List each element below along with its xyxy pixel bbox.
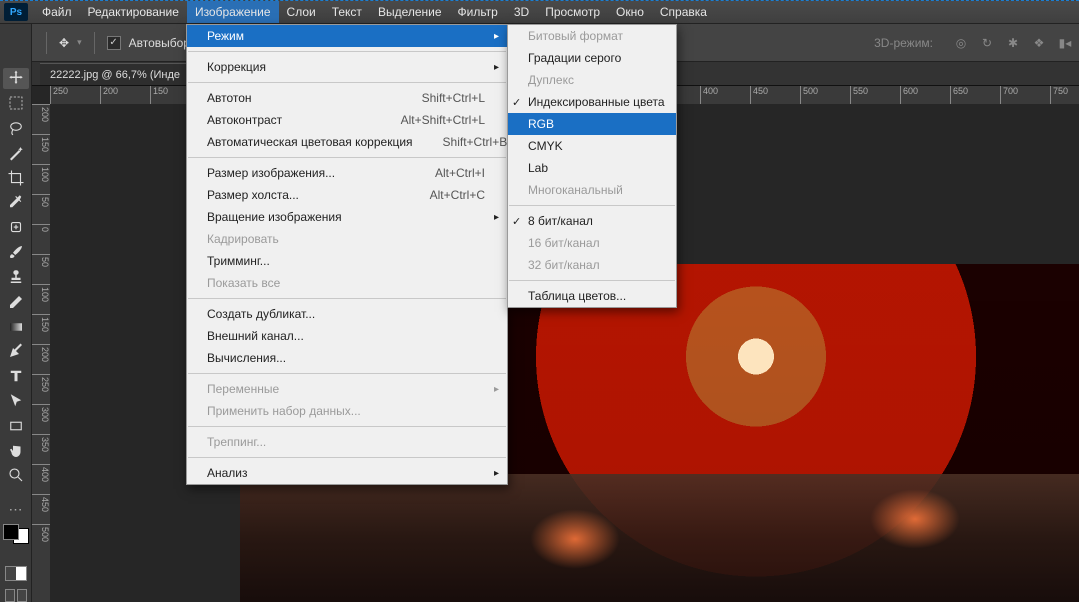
menu-item-image-size[interactable]: Размер изображения...Alt+Ctrl+I [187, 162, 507, 184]
divider [46, 32, 47, 54]
mode-item-multichannel: Многоканальный [508, 179, 676, 201]
crop-tool[interactable] [3, 167, 29, 188]
menu-item-trim[interactable]: Тримминг... [187, 250, 507, 272]
rotate-3d-icon[interactable]: ↻ [979, 35, 995, 51]
path-select-tool[interactable] [3, 391, 29, 412]
document-tab[interactable]: 22222.jpg @ 66,7% (Инде [40, 63, 191, 85]
mode-item-rgb[interactable]: RGB [508, 113, 676, 135]
color-swatches[interactable] [3, 524, 29, 545]
quick-mask-toggle[interactable] [5, 566, 27, 581]
mode-item-lab[interactable]: Lab [508, 157, 676, 179]
mode-item-grayscale[interactable]: Градации серого [508, 47, 676, 69]
orbit-3d-icon[interactable]: ◎ [953, 35, 969, 51]
menu-item-autocolor[interactable]: Автоматическая цветовая коррекцияShift+C… [187, 131, 507, 153]
menu-item-crop: Кадрировать [187, 228, 507, 250]
pen-tool[interactable] [3, 341, 29, 362]
stamp-tool[interactable] [3, 267, 29, 288]
menu-image[interactable]: Изображение [187, 1, 279, 23]
menu-item-canvas-size[interactable]: Размер холста...Alt+Ctrl+C [187, 184, 507, 206]
canvas-glow [530, 509, 620, 569]
move-tool[interactable] [3, 68, 29, 89]
3d-mode-icons: ◎ ↻ ✱ ❖ ▮◂ [953, 35, 1073, 51]
menu-item-autocontrast[interactable]: АвтоконтрастAlt+Shift+Ctrl+L [187, 109, 507, 131]
menu-text[interactable]: Текст [324, 1, 370, 23]
auto-select-label: Автовыбор: [129, 36, 194, 50]
auto-select-checkbox[interactable]: ✓ [107, 36, 121, 50]
tools-panel: ⋯ [0, 24, 32, 602]
menu-item-trap: Треппинг... [187, 431, 507, 453]
image-menu-dropdown: Режим Коррекция АвтотонShift+Ctrl+L Авто… [186, 24, 508, 485]
eraser-tool[interactable] [3, 291, 29, 312]
gradient-tool[interactable] [3, 316, 29, 337]
dropdown-caret-icon[interactable]: ▾ [77, 37, 82, 48]
foreground-color-swatch[interactable] [3, 524, 19, 540]
mode-item-duotone: Дуплекс [508, 69, 676, 91]
menu-item-variables: Переменные [187, 378, 507, 400]
menu-layers[interactable]: Слои [279, 1, 324, 23]
menu-item-autotone[interactable]: АвтотонShift+Ctrl+L [187, 87, 507, 109]
menu-item-apply-image[interactable]: Внешний канал... [187, 325, 507, 347]
healing-tool[interactable] [3, 217, 29, 238]
app-logo: Ps [4, 3, 28, 21]
brush-tool[interactable] [3, 242, 29, 263]
divider [94, 32, 95, 54]
menu-item-reveal-all: Показать все [187, 272, 507, 294]
menu-edit[interactable]: Редактирование [80, 1, 187, 23]
rectangle-tool[interactable] [3, 415, 29, 436]
canvas-image-ground [240, 474, 1079, 602]
pan-3d-icon[interactable]: ❖ [1031, 35, 1047, 51]
menu-window[interactable]: Окно [608, 1, 652, 23]
scale-3d-icon[interactable]: ✱ [1005, 35, 1021, 51]
zoom-tool[interactable] [3, 465, 29, 486]
mode-item-32bit: 32 бит/канал [508, 254, 676, 276]
menu-3d[interactable]: 3D [506, 1, 537, 23]
mode-item-cmyk[interactable]: CMYK [508, 135, 676, 157]
camera-3d-icon[interactable]: ▮◂ [1057, 35, 1073, 51]
ruler-vertical: 2001501005005010015020025030035040045050… [32, 104, 50, 602]
menu-item-calculations[interactable]: Вычисления... [187, 347, 507, 369]
mode-item-bitmap: Битовый формат [508, 25, 676, 47]
menu-item-correction[interactable]: Коррекция [187, 56, 507, 78]
mode-item-8bit[interactable]: ✓8 бит/канал [508, 210, 676, 232]
menu-item-apply-dataset: Применить набор данных... [187, 400, 507, 422]
lasso-tool[interactable] [3, 118, 29, 139]
wand-tool[interactable] [3, 142, 29, 163]
mode-item-color-table[interactable]: Таблица цветов... [508, 285, 676, 307]
marquee-tool[interactable] [3, 93, 29, 114]
hand-tool[interactable] [3, 440, 29, 461]
menu-bar: Ps Файл Редактирование Изображение Слои … [0, 0, 1079, 24]
menu-filter[interactable]: Фильтр [450, 1, 506, 23]
3d-mode-label: 3D-режим: [874, 36, 933, 50]
canvas-glow [870, 489, 960, 549]
menu-view[interactable]: Просмотр [537, 1, 608, 23]
menu-item-duplicate[interactable]: Создать дубликат... [187, 303, 507, 325]
eyedropper-tool[interactable] [3, 192, 29, 213]
move-tool-icon: ✥ [59, 36, 69, 50]
mode-item-indexed[interactable]: ✓Индексированные цвета [508, 91, 676, 113]
screen-mode-toggle[interactable] [5, 589, 27, 602]
menu-item-mode[interactable]: Режим [187, 25, 507, 47]
menu-help[interactable]: Справка [652, 1, 715, 23]
type-tool[interactable] [3, 366, 29, 387]
edit-toolbar-icon[interactable]: ⋯ [3, 499, 29, 520]
menu-item-rotation[interactable]: Вращение изображения [187, 206, 507, 228]
menu-select[interactable]: Выделение [370, 1, 450, 23]
mode-item-16bit: 16 бит/канал [508, 232, 676, 254]
menu-item-analysis[interactable]: Анализ [187, 462, 507, 484]
menu-file[interactable]: Файл [34, 1, 80, 23]
mode-submenu: Битовый формат Градации серого Дуплекс ✓… [507, 24, 677, 308]
